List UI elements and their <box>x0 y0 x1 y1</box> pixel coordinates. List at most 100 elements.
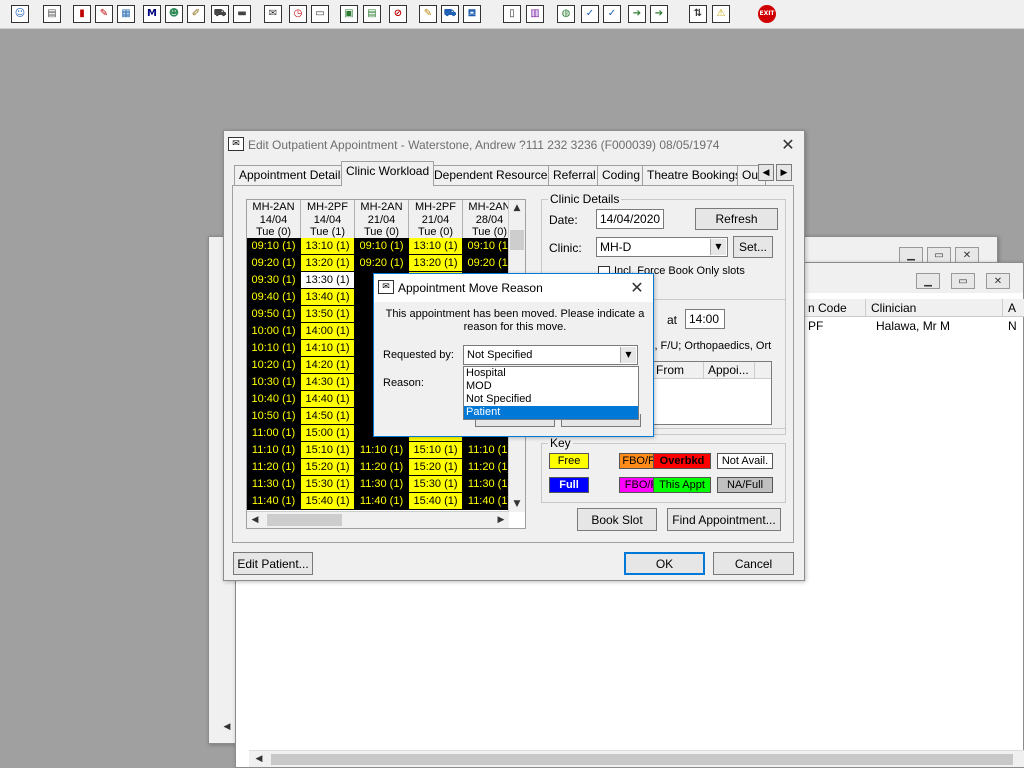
slot-cell[interactable]: 10:50 (1) <box>247 408 301 425</box>
slot-cell[interactable]: 15:10 (1) <box>409 442 463 459</box>
slot-cell[interactable]: 15:20 (1) <box>301 459 355 476</box>
toolbar-button[interactable]: ▮ <box>71 3 93 25</box>
requested-by-options[interactable]: Hospital MOD Not Specified Patient <box>463 366 639 420</box>
toolbar-button[interactable]: ⛾ <box>461 3 483 25</box>
slot-cell[interactable]: 14:50 (1) <box>301 408 355 425</box>
toolbar-button[interactable]: EXIT <box>756 3 778 25</box>
slot-cell[interactable]: 11:40 (1) <box>247 493 301 510</box>
slot-cell[interactable]: 13:50 (1) <box>301 306 355 323</box>
date-field[interactable]: 14/04/2020 <box>596 209 664 229</box>
slot-cell[interactable]: 11:10 (1) <box>355 442 409 459</box>
slot-cell[interactable]: 14:20 (1) <box>301 357 355 374</box>
grid-column-header[interactable]: MH-2AN 21/04 Tue (0) <box>355 200 409 238</box>
slot-cell[interactable]: 15:40 (1) <box>301 493 355 510</box>
dropdown-option[interactable]: Hospital <box>464 367 638 380</box>
slot-cell[interactable]: 10:10 (1) <box>247 340 301 357</box>
chevron-down-icon[interactable]: ▼ <box>710 239 726 255</box>
toolbar-button[interactable]: ◷ <box>287 3 309 25</box>
dropdown-option[interactable]: MOD <box>464 380 638 393</box>
column-header-from[interactable]: From <box>656 363 684 377</box>
slot-cell[interactable]: 13:20 (1) <box>409 255 463 272</box>
toolbar-button[interactable]: ▥ <box>524 3 546 25</box>
slot-cell[interactable]: 14:30 (1) <box>301 374 355 391</box>
column-header-clinician[interactable]: Clinician <box>871 301 916 315</box>
toolbar-button[interactable]: ⛟ <box>439 3 461 25</box>
tab-dependent-resources[interactable]: Dependent Resources <box>429 165 559 185</box>
refresh-button[interactable]: Refresh <box>695 208 778 230</box>
tab-referral[interactable]: Referral <box>548 165 601 185</box>
tab-scroll-left-icon[interactable]: ◀ <box>758 164 774 181</box>
tab-appointment-details[interactable]: Appointment Details <box>234 165 352 185</box>
slot-cell[interactable]: 11:10 (1) <box>247 442 301 459</box>
toolbar-button[interactable]: ▬ <box>231 3 253 25</box>
slot-cell[interactable]: 13:10 (1) <box>301 238 355 255</box>
slot-cell[interactable]: 15:10 (1) <box>301 442 355 459</box>
slot-cell[interactable]: 09:50 (1) <box>247 306 301 323</box>
slot-cell[interactable]: 15:40 (1) <box>409 493 463 510</box>
toolbar-button[interactable]: ☻ <box>163 3 185 25</box>
slot-cell[interactable]: 15:30 (1) <box>409 476 463 493</box>
slot-cell[interactable]: 09:20 (1) <box>247 255 301 272</box>
slot-cell[interactable]: 13:40 (1) <box>301 289 355 306</box>
ok-button[interactable]: OK <box>624 552 705 575</box>
slot-cell[interactable]: 15:00 (1) <box>301 425 355 442</box>
toolbar-button[interactable]: ➔ <box>626 3 648 25</box>
toolbar-button[interactable]: ✎ <box>417 3 439 25</box>
maximize-icon[interactable]: ▭ <box>927 247 951 263</box>
toolbar-button[interactable]: ➔ <box>648 3 670 25</box>
scroll-down-icon[interactable]: ▼ <box>509 496 525 512</box>
toolbar-button[interactable]: ⚠ <box>710 3 732 25</box>
toolbar-button[interactable]: ✓ <box>579 3 601 25</box>
slot-cell[interactable]: 13:20 (1) <box>301 255 355 272</box>
grid-column-header[interactable]: MH-2AN 14/04 Tue (0) <box>247 200 301 238</box>
slot-cell[interactable]: 15:20 (1) <box>409 459 463 476</box>
move-reason-title-bar[interactable]: ✉ Appointment Move Reason ✕ <box>374 274 653 302</box>
slot-cell[interactable]: 11:20 (1) <box>355 459 409 476</box>
column-header-a[interactable]: A <box>1008 301 1016 315</box>
toolbar-button[interactable]: ✉ <box>262 3 284 25</box>
toolbar-button[interactable]: ⇅ <box>687 3 709 25</box>
scroll-left-icon[interactable]: ◀ <box>247 512 263 528</box>
close-icon[interactable]: ✕ <box>623 276 651 298</box>
slot-cell[interactable]: 09:10 (1) <box>247 238 301 255</box>
tab-clinic-workload[interactable]: Clinic Workload <box>341 161 435 186</box>
toolbar-button[interactable]: ☺ <box>9 3 31 25</box>
toolbar-button[interactable]: ▭ <box>309 3 331 25</box>
toolbar-button[interactable]: ✓ <box>601 3 623 25</box>
list-row[interactable]: PF Halawa, Mr M N <box>796 318 1024 334</box>
dropdown-option[interactable]: Not Specified <box>464 393 638 406</box>
requested-by-select[interactable]: Not Specified ▼ <box>463 345 638 365</box>
slot-list[interactable]: From Appoi... <box>652 361 772 425</box>
chevron-down-icon[interactable]: ▼ <box>620 347 636 363</box>
slot-cell[interactable]: 14:10 (1) <box>301 340 355 357</box>
slot-cell[interactable]: 09:40 (1) <box>247 289 301 306</box>
slot-cell[interactable]: 13:30 (1) <box>301 272 355 289</box>
dialog-title-bar[interactable]: ✉ Edit Outpatient Appointment - Watersto… <box>224 131 804 159</box>
slot-cell[interactable]: 09:20 (1) <box>355 255 409 272</box>
tab-scroll-right-icon[interactable]: ▶ <box>776 164 792 181</box>
scroll-right-icon[interactable]: ▶ <box>493 512 509 528</box>
toolbar-button[interactable]: ▦ <box>115 3 137 25</box>
slot-cell[interactable]: 10:00 (1) <box>247 323 301 340</box>
maximize-icon[interactable]: ▭ <box>951 273 975 289</box>
slot-cell[interactable]: 15:30 (1) <box>301 476 355 493</box>
slot-cell[interactable]: 11:00 (1) <box>247 425 301 442</box>
horizontal-scrollbar[interactable]: ◀ ▶ <box>247 511 509 528</box>
slot-cell[interactable]: 14:40 (1) <box>301 391 355 408</box>
time-field[interactable]: 14:00 <box>685 309 725 329</box>
set-clinic-button[interactable]: Set... <box>733 236 773 258</box>
toolbar-button[interactable]: ◍ <box>555 3 577 25</box>
slot-cell[interactable]: 11:20 (1) <box>247 459 301 476</box>
column-header-code[interactable]: n Code <box>808 301 847 315</box>
slot-cell[interactable]: 10:40 (1) <box>247 391 301 408</box>
scroll-up-icon[interactable]: ▲ <box>509 200 525 216</box>
slot-cell[interactable]: 14:00 (1) <box>301 323 355 340</box>
minimize-icon[interactable]: ▁ <box>899 247 923 263</box>
horizontal-scrollbar[interactable]: ◀ <box>249 750 1024 767</box>
slot-cell[interactable]: 10:30 (1) <box>247 374 301 391</box>
cancel-button[interactable]: Cancel <box>713 552 794 575</box>
close-icon[interactable]: ✕ <box>986 273 1010 289</box>
slot-cell[interactable]: 09:10 (1) <box>355 238 409 255</box>
toolbar-button[interactable]: ✐ <box>185 3 207 25</box>
tab-coding[interactable]: Coding <box>597 165 646 185</box>
